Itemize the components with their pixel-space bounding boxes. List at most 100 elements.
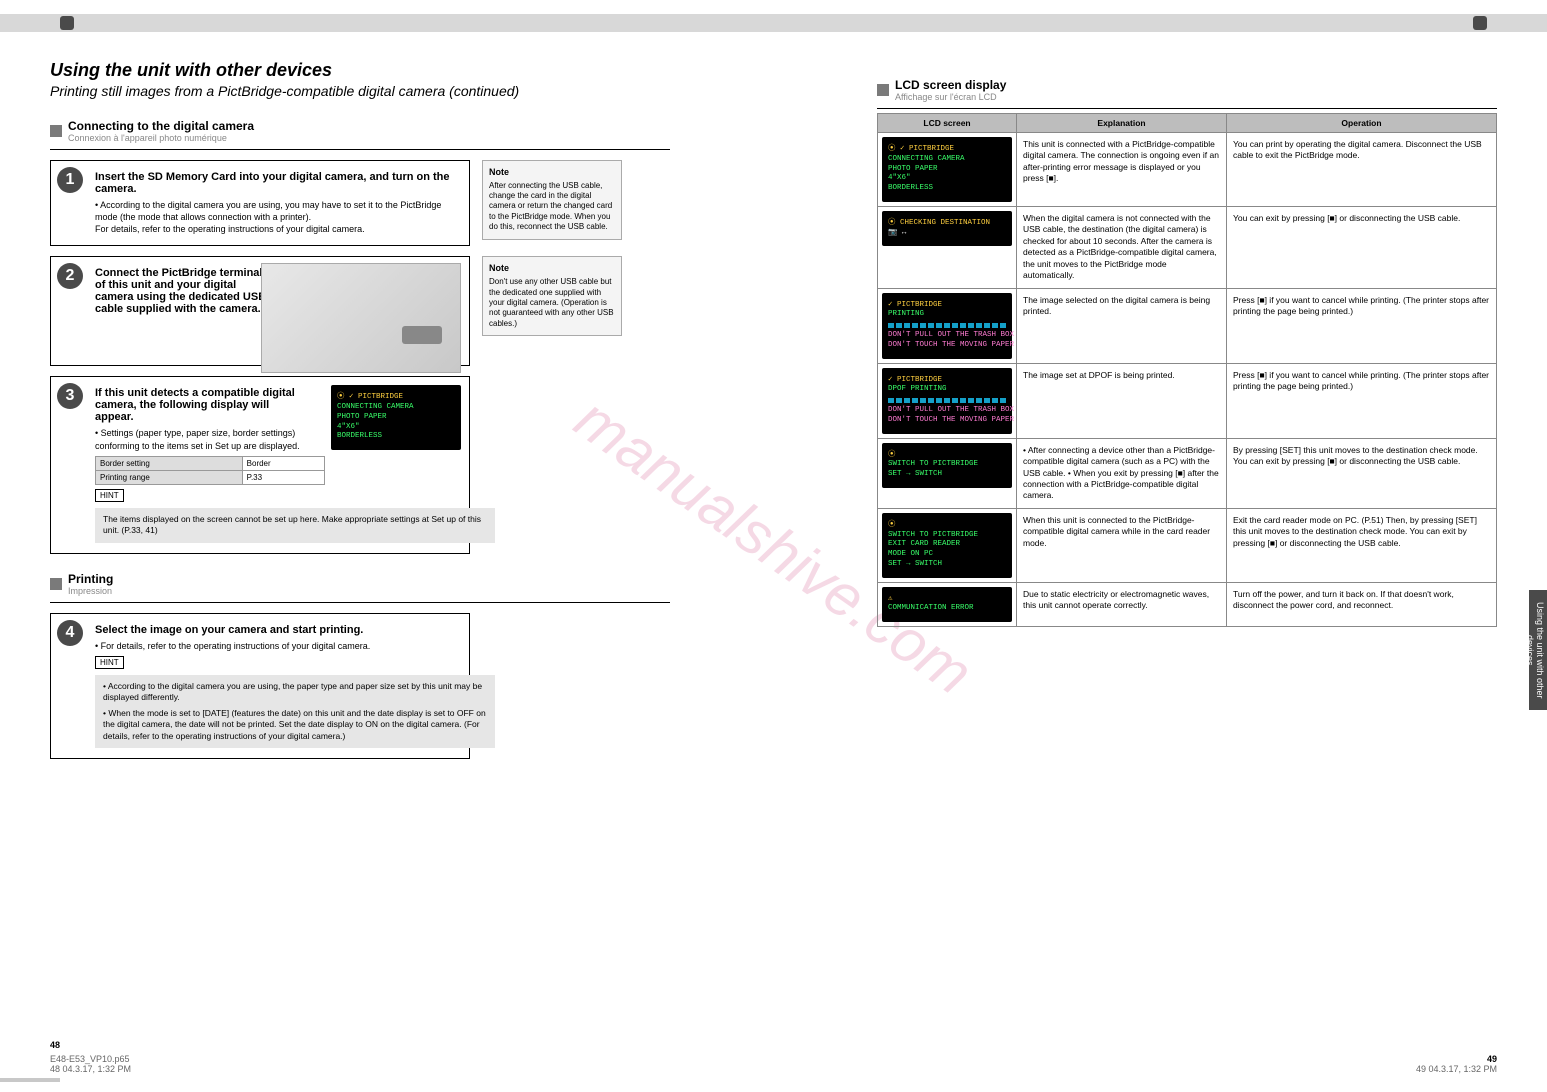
page-title: Using the unit with other devices — [50, 60, 670, 81]
lcd-line: SET → SWITCH — [888, 560, 1006, 570]
page-right: LCD screen display Affichage sur l'écran… — [877, 60, 1497, 1040]
explanation-cell: When this unit is connected to the PictB… — [1017, 508, 1227, 582]
footer-file: E48-E53_VP10.p65 — [50, 1054, 131, 1064]
note-1-title: Note — [489, 167, 615, 179]
explanation-cell: The image selected on the digital camera… — [1017, 288, 1227, 363]
grey-note: • According to the digital camera you ar… — [95, 675, 495, 748]
lcd-line: BORDERLESS — [888, 184, 1006, 194]
lcd-line: DON'T PULL OUT THE TRASH BOX — [888, 406, 1006, 416]
section-lcd-title: LCD screen display — [895, 78, 1006, 92]
th-operation: Operation — [1227, 114, 1497, 133]
table-cell: Printing range — [96, 470, 243, 484]
section-print-title: Printing — [68, 572, 113, 586]
lcd-cell: ⚠COMMUNICATION ERROR — [878, 582, 1017, 627]
section-print-sub: Impression — [68, 586, 113, 596]
lcd-cell: ⦿ ✓ PICTBRIDGECONNECTING CAMERAPHOTO PAP… — [878, 133, 1017, 207]
table-row: ✓ PICTBRIDGEDPOF PRINTING DON'T PULL OUT … — [878, 363, 1497, 438]
operation-cell: By pressing [SET] this unit moves to the… — [1227, 438, 1497, 508]
step-1-body-1: • According to the digital camera you ar… — [95, 199, 459, 223]
step-number-icon: 1 — [57, 167, 83, 193]
lcd-line: CONNECTING CAMERA — [337, 403, 455, 413]
table-row: ⚠COMMUNICATION ERRORDue to static electr… — [878, 582, 1497, 627]
table-cell: P.33 — [242, 470, 324, 484]
lcd-cell: ✓ PICTBRIDGEPRINTING DON'T PULL OUT THE T… — [878, 288, 1017, 363]
lcd-line: PRINTING — [888, 310, 1006, 320]
footer-meta-right: 49 04.3.17, 1:32 PM — [1416, 1064, 1497, 1074]
lcd-cell: ⦿ CHECKING DESTINATION📷 ↔ — [878, 206, 1017, 288]
lcd-screen: ⦿ CHECKING DESTINATION📷 ↔ — [882, 211, 1012, 247]
message-table: LCD screen Explanation Operation ⦿ ✓ PIC… — [877, 113, 1497, 627]
explanation-cell: The image set at DPOF is being printed. — [1017, 363, 1227, 438]
section-lcd-sub: Affichage sur l'écran LCD — [895, 92, 1006, 102]
lcd-line: DPOF PRINTING — [888, 385, 1006, 395]
table-row: ✓ PICTBRIDGEPRINTING DON'T PULL OUT THE T… — [878, 288, 1497, 363]
table-header-row: LCD screen Explanation Operation — [878, 114, 1497, 133]
table-row: ⦿ ✓ PICTBRIDGECONNECTING CAMERAPHOTO PAP… — [878, 133, 1497, 207]
table-row: ⦿SWITCH TO PICTBRIDGESET → SWITCH• After… — [878, 438, 1497, 508]
lcd-screen: ⦿ ✓ PICTBRIDGE CONNECTING CAMERA PHOTO P… — [331, 385, 461, 450]
section-marker-icon — [877, 84, 889, 96]
hint-icon: HINT — [95, 489, 124, 502]
step-3-title: If this unit detects a compatible digita… — [95, 387, 295, 423]
explanation-cell: • After connecting a device other than a… — [1017, 438, 1227, 508]
lcd-line: ⚠ — [888, 595, 1006, 605]
lcd-line: DON'T PULL OUT THE TRASH BOX — [888, 331, 1006, 341]
divider — [877, 108, 1497, 109]
lcd-screen: ⦿SWITCH TO PICTBRIDGESET → SWITCH — [882, 443, 1012, 488]
hint-row: HINT — [95, 489, 459, 502]
section-connect-sub: Connexion à l'appareil photo numérique — [68, 133, 254, 143]
section-lcd-header: LCD screen display Affichage sur l'écran… — [877, 78, 1497, 102]
step-4: 4 Select the image on your camera and st… — [50, 613, 470, 759]
footer-meta-left: 48 04.3.17, 1:32 PM — [50, 1064, 131, 1074]
lcd-line: DON'T TOUCH THE MOVING PAPER — [888, 341, 1006, 351]
note-2-body: Don't use any other USB cable but the de… — [489, 277, 615, 329]
lcd-line: BORDERLESS — [337, 432, 455, 442]
note-2-title: Note — [489, 263, 615, 275]
lcd-line: 4"X6" — [337, 423, 455, 433]
step-1-body-2: For details, refer to the operating inst… — [95, 223, 459, 235]
step-2-title: Connect the PictBridge terminal of this … — [95, 267, 275, 315]
step-3-table: Border settingBorder Printing rangeP.33 — [95, 456, 325, 485]
footer-left: 48 E48-E53_VP10.p65 48 04.3.17, 1:32 PM — [50, 1040, 131, 1074]
section-print-header: Printing Impression — [50, 572, 670, 596]
note-1-body: After connecting the USB cable, change t… — [489, 181, 615, 233]
step-4-title: Select the image on your camera and star… — [95, 624, 459, 636]
lcd-cell: ⦿SWITCH TO PICTBRIDGEEXIT CARD READER MO… — [878, 508, 1017, 582]
hint-text: The items displayed on the screen cannot… — [95, 508, 495, 543]
explanation-cell: When the digital camera is not connected… — [1017, 206, 1227, 288]
divider — [50, 602, 670, 603]
page-number-left: 48 — [50, 1040, 60, 1050]
lcd-line: CONNECTING CAMERA — [888, 155, 1006, 165]
lcd-cell: ⦿SWITCH TO PICTBRIDGESET → SWITCH — [878, 438, 1017, 508]
section-connect-title: Connecting to the digital camera — [68, 119, 254, 133]
operation-cell: Press [■] if you want to cancel while pr… — [1227, 288, 1497, 363]
th-explanation: Explanation — [1017, 114, 1227, 133]
lcd-screen: ✓ PICTBRIDGEDPOF PRINTING DON'T PULL OUT … — [882, 368, 1012, 434]
page-header: Using the unit with other devices Printi… — [50, 60, 670, 99]
section-connect-header: Connecting to the digital camera Connexi… — [50, 119, 670, 143]
page-subtitle: Printing still images from a PictBridge-… — [50, 83, 670, 99]
lcd-line: EXIT CARD READER — [888, 540, 1006, 550]
lcd-line: ✓ PICTBRIDGE — [888, 301, 1006, 311]
operation-cell: Exit the card reader mode on PC. (P.51) … — [1227, 508, 1497, 582]
step-2: 2 Connect the PictBridge terminal of thi… — [50, 256, 470, 366]
note-box-2: Note Don't use any other USB cable but t… — [482, 256, 622, 336]
lcd-line: ⦿ — [888, 521, 1006, 531]
grey-note-line: • According to the digital camera you ar… — [103, 681, 487, 704]
hint-icon: HINT — [95, 656, 124, 669]
lcd-line: ⦿ ✓ PICTBRIDGE — [888, 145, 1006, 155]
lcd-screen: ⦿SWITCH TO PICTBRIDGEEXIT CARD READER MO… — [882, 513, 1012, 578]
lcd-line: PHOTO PAPER — [888, 165, 1006, 175]
lcd-screen: ⚠COMMUNICATION ERROR — [882, 587, 1012, 623]
step-1-title: Insert the SD Memory Card into your digi… — [95, 171, 459, 195]
lcd-line: COMMUNICATION ERROR — [888, 604, 1006, 614]
product-photo — [261, 263, 461, 373]
step-number-icon: 4 — [57, 620, 83, 646]
lcd-line: PHOTO PAPER — [337, 413, 455, 423]
table-row: ⦿SWITCH TO PICTBRIDGEEXIT CARD READER MO… — [878, 508, 1497, 582]
explanation-cell: Due to static electricity or electromagn… — [1017, 582, 1227, 627]
lcd-line: ⦿ ✓ PICTBRIDGE — [337, 393, 455, 403]
lcd-line: ✓ PICTBRIDGE — [888, 376, 1006, 386]
page-number-right: 49 — [1487, 1054, 1497, 1064]
table-row: ⦿ CHECKING DESTINATION📷 ↔When the digita… — [878, 206, 1497, 288]
